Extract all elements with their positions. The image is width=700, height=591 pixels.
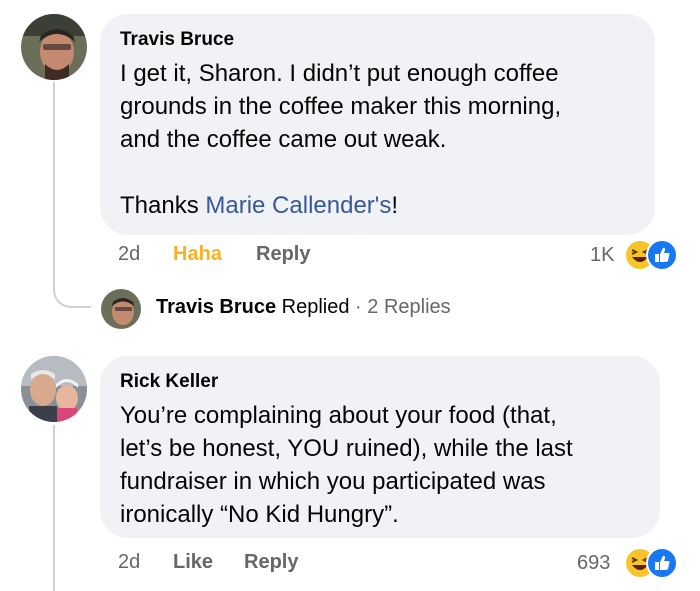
comment-line: fundraiser in which you participated was	[120, 468, 546, 495]
replies-count: 2 Replies	[367, 296, 451, 318]
like-icon	[646, 239, 678, 271]
comment-line: You’re complaining about your food (that…	[120, 402, 557, 429]
replier-name: Travis Bruce	[156, 296, 277, 318]
comment-line: and the coffee came out weak.	[120, 126, 447, 153]
comment-line: grounds in the coffee maker this morning…	[120, 93, 562, 120]
avatar-photo-icon	[101, 289, 141, 329]
comment-time[interactable]: 2d	[118, 243, 140, 266]
separator-dot: ·	[355, 296, 362, 318]
thread-line-2	[53, 425, 55, 591]
reply-button[interactable]: Reply	[256, 243, 310, 266]
comment-author[interactable]: Rick Keller	[120, 371, 640, 393]
avatar[interactable]	[21, 14, 87, 80]
comment-text: I get it, Sharon. I didn’t put enough co…	[120, 57, 635, 222]
avatar-photo-icon	[21, 356, 87, 422]
view-replies-link[interactable]: Travis Bruce Replied · 2 Replies	[156, 296, 451, 319]
thread-curve	[53, 270, 91, 308]
avatar[interactable]	[21, 356, 87, 422]
reply-button[interactable]: Reply	[244, 551, 298, 574]
comment-meta: 2d Haha Reply	[118, 243, 378, 269]
comment-text: You’re complaining about your food (that…	[120, 399, 640, 531]
reaction-summary[interactable]: 1K	[590, 238, 685, 272]
comment-meta: 2d Like Reply	[118, 551, 378, 577]
comment-line: let’s be honest, YOU ruined), while the …	[120, 435, 573, 462]
comment-author[interactable]: Travis Bruce	[120, 29, 635, 51]
thanks-prefix: Thanks	[120, 192, 206, 219]
comment-thanks-line: Thanks Marie Callender's!	[120, 189, 635, 222]
like-icon	[646, 547, 678, 579]
comment-line: I get it, Sharon. I didn’t put enough co…	[120, 60, 559, 87]
mention-link[interactable]: Marie Callender's	[205, 192, 391, 219]
comment-line: ironically “No Kid Hungry”.	[120, 501, 399, 528]
thread-line	[53, 82, 55, 282]
thanks-suffix: !	[391, 192, 399, 219]
reaction-count: 693	[577, 552, 611, 574]
haha-reaction-button[interactable]: Haha	[173, 243, 222, 266]
comment-bubble: Rick Keller You’re complaining about you…	[100, 356, 660, 538]
reply-avatar[interactable]	[101, 289, 141, 329]
comment-bubble: Travis Bruce I get it, Sharon. I didn’t …	[100, 14, 655, 235]
reaction-summary[interactable]: 693	[577, 546, 685, 580]
replied-action: Replied	[281, 296, 350, 318]
reaction-count: 1K	[590, 244, 615, 266]
like-button[interactable]: Like	[173, 551, 213, 574]
avatar-photo-icon	[21, 14, 87, 80]
comment-time[interactable]: 2d	[118, 551, 140, 574]
